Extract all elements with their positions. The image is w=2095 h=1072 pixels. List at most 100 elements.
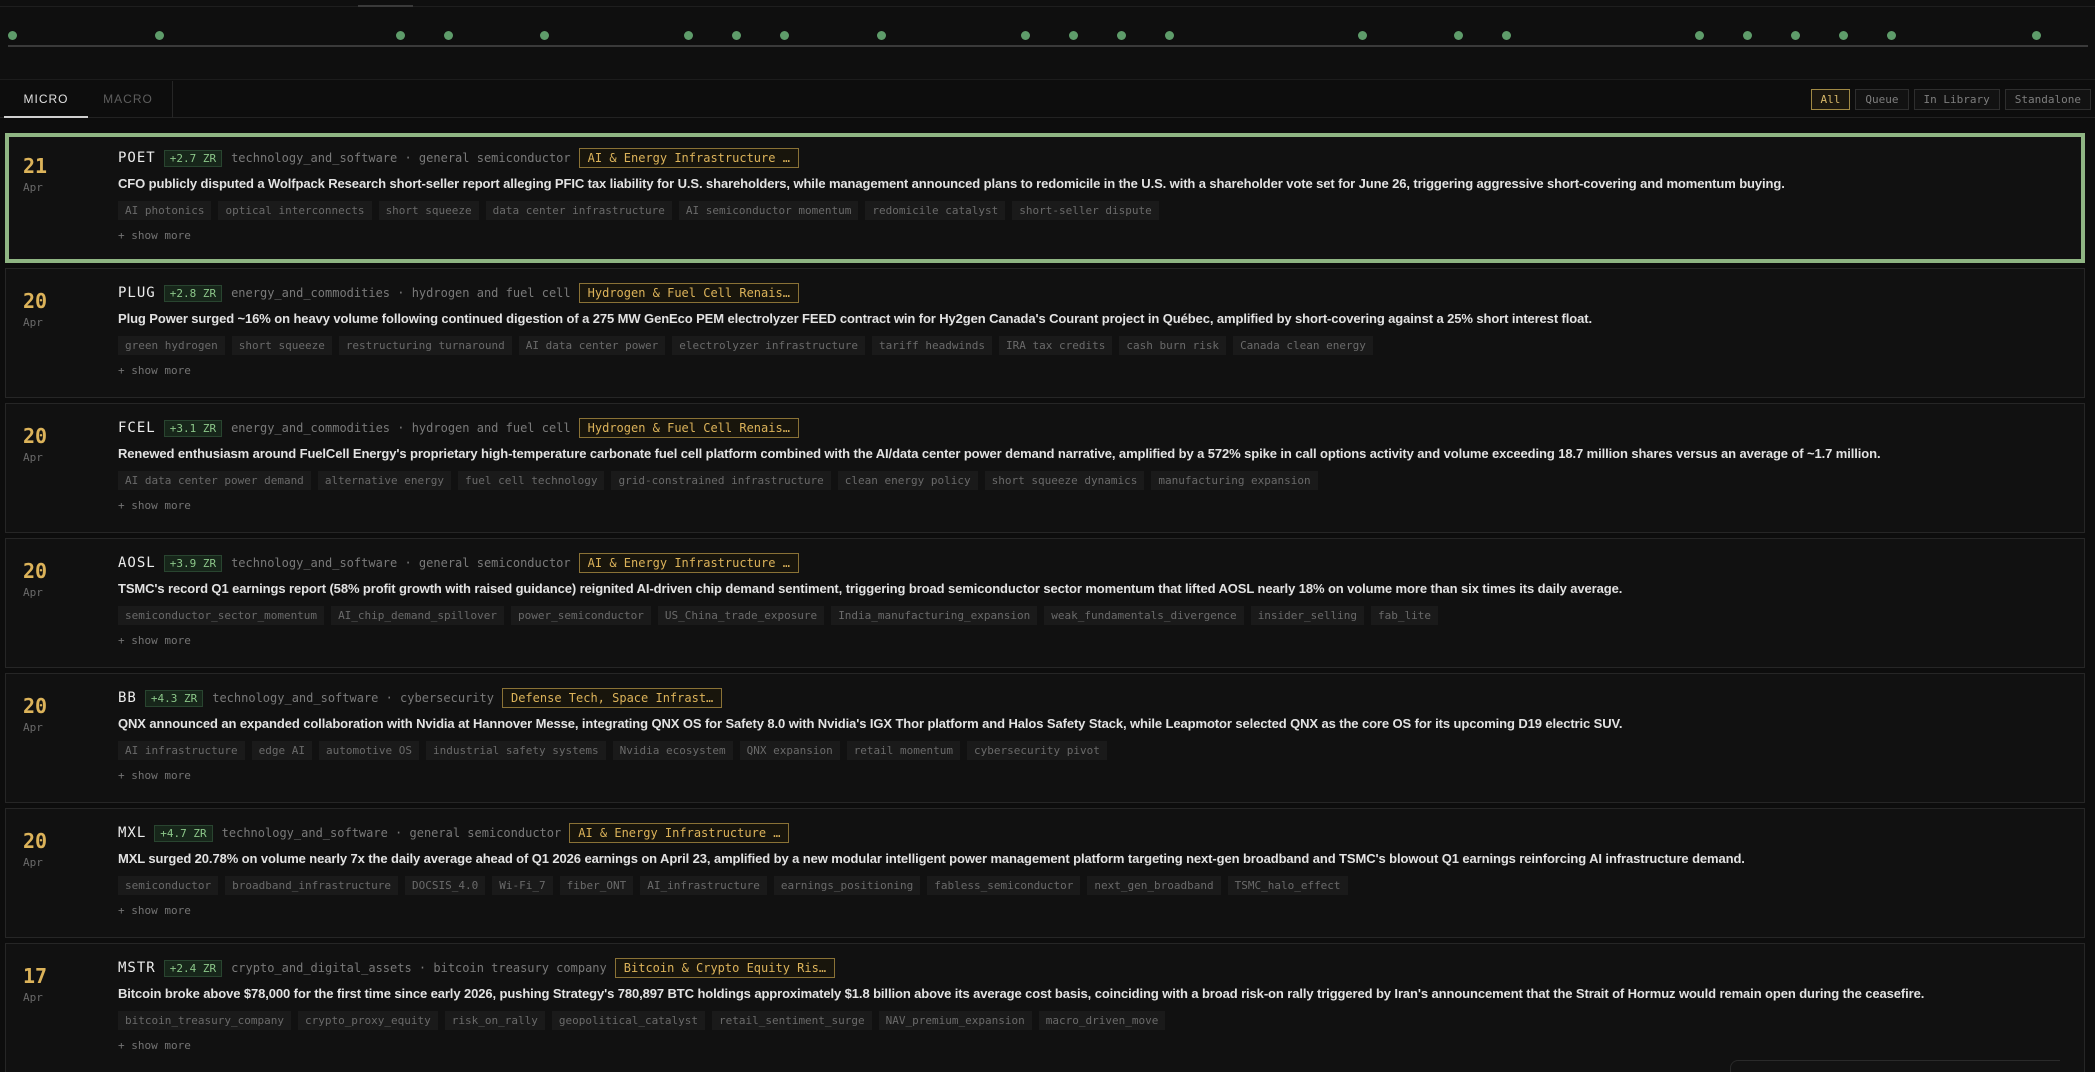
ticker-symbol[interactable]: AOSL: [118, 555, 156, 571]
timeline-event-dot[interactable]: [1839, 31, 1848, 40]
timeline-event-dot[interactable]: [1695, 31, 1704, 40]
bottom-panel-handle[interactable]: [1730, 1060, 2060, 1072]
event-card[interactable]: 20 Apr MXL +4.7 ZR technology_and_softwa…: [5, 808, 2085, 938]
timeline-event-dot[interactable]: [540, 31, 549, 40]
timeline-event-dot[interactable]: [1743, 31, 1752, 40]
ticker-symbol[interactable]: MSTR: [118, 960, 156, 976]
theme-badge[interactable]: Defense Tech, Space Infrast…: [501, 688, 722, 708]
tag-chip[interactable]: AI data center power: [518, 336, 666, 355]
theme-badge[interactable]: Bitcoin & Crypto Equity Ris…: [614, 958, 835, 978]
tag-chip[interactable]: fiber_ONT: [559, 876, 634, 895]
tab-macro[interactable]: MACRO: [96, 81, 160, 118]
timeline-event-dot[interactable]: [155, 31, 164, 40]
tag-chip[interactable]: cybersecurity pivot: [967, 741, 1107, 760]
tag-chip[interactable]: retail_sentiment_surge: [711, 1011, 872, 1030]
tag-chip[interactable]: insider_selling: [1250, 606, 1365, 625]
tag-chip[interactable]: India_manufacturing_expansion: [831, 606, 1038, 625]
tag-chip[interactable]: alternative energy: [317, 471, 452, 490]
tag-chip[interactable]: QNX expansion: [739, 741, 840, 760]
tab-micro[interactable]: MICRO: [4, 81, 88, 118]
tag-chip[interactable]: next_gen_broadband: [1087, 876, 1221, 895]
theme-badge[interactable]: AI & Energy Infrastructure …: [578, 148, 799, 168]
theme-badge[interactable]: Hydrogen & Fuel Cell Renais…: [578, 418, 799, 438]
timeline-event-dot[interactable]: [1454, 31, 1463, 40]
tag-chip[interactable]: short squeeze: [378, 201, 479, 220]
tag-chip[interactable]: green hydrogen: [118, 336, 225, 355]
tag-chip[interactable]: restructuring turnaround: [338, 336, 512, 355]
tag-chip[interactable]: TSMC_halo_effect: [1227, 876, 1348, 895]
timeline-event-dot[interactable]: [684, 31, 693, 40]
tag-chip[interactable]: risk_on_rally: [444, 1011, 545, 1030]
tag-chip[interactable]: data center infrastructure: [485, 201, 672, 220]
tag-chip[interactable]: AI photonics: [118, 201, 212, 220]
timeline-event-dot[interactable]: [444, 31, 453, 40]
timeline-event-dot[interactable]: [8, 31, 17, 40]
tag-chip[interactable]: IRA tax credits: [999, 336, 1113, 355]
show-more-link[interactable]: + show more: [118, 229, 191, 242]
tag-chip[interactable]: AI semiconductor momentum: [678, 201, 859, 220]
timeline-event-dot[interactable]: [1502, 31, 1511, 40]
filter-all-button[interactable]: All: [1810, 89, 1851, 110]
filter-in-library-button[interactable]: In Library: [1913, 89, 2000, 110]
ticker-symbol[interactable]: MXL: [118, 825, 146, 841]
timeline-event-dot[interactable]: [1887, 31, 1896, 40]
show-more-link[interactable]: + show more: [118, 904, 191, 917]
event-card[interactable]: 20 Apr FCEL +3.1 ZR energy_and_commoditi…: [5, 403, 2085, 533]
timeline-event-dot[interactable]: [2032, 31, 2041, 40]
event-card[interactable]: 20 Apr AOSL +3.9 ZR technology_and_softw…: [5, 538, 2085, 668]
tag-chip[interactable]: fabless_semiconductor: [927, 876, 1081, 895]
tag-chip[interactable]: electrolyzer infrastructure: [672, 336, 866, 355]
tag-chip[interactable]: retail momentum: [846, 741, 961, 760]
tag-chip[interactable]: broadband_infrastructure: [225, 876, 399, 895]
tag-chip[interactable]: redomicile catalyst: [865, 201, 1006, 220]
tag-chip[interactable]: weak_fundamentals_divergence: [1044, 606, 1244, 625]
timeline-event-dot[interactable]: [732, 31, 741, 40]
tag-chip[interactable]: edge AI: [251, 741, 312, 760]
tag-chip[interactable]: NAV_premium_expansion: [878, 1011, 1032, 1030]
timeline-event-dot[interactable]: [1358, 31, 1367, 40]
tag-chip[interactable]: macro_driven_move: [1038, 1011, 1166, 1030]
event-card[interactable]: 20 Apr PLUG +2.8 ZR energy_and_commoditi…: [5, 268, 2085, 398]
tag-chip[interactable]: grid-constrained infrastructure: [611, 471, 831, 490]
tag-chip[interactable]: cash burn risk: [1119, 336, 1227, 355]
tag-chip[interactable]: bitcoin_treasury_company: [118, 1011, 291, 1030]
tag-chip[interactable]: tariff headwinds: [872, 336, 992, 355]
tag-chip[interactable]: fuel cell technology: [458, 471, 605, 490]
show-more-link[interactable]: + show more: [118, 364, 191, 377]
event-card[interactable]: 17 Apr MSTR +2.4 ZR crypto_and_digital_a…: [5, 943, 2085, 1072]
tag-chip[interactable]: Canada clean energy: [1233, 336, 1373, 355]
tag-chip[interactable]: AI_infrastructure: [640, 876, 767, 895]
timeline-viewport-marker[interactable]: [358, 5, 413, 7]
tag-chip[interactable]: crypto_proxy_equity: [297, 1011, 438, 1030]
tag-chip[interactable]: Wi-Fi_7: [492, 876, 553, 895]
timeline-event-dot[interactable]: [780, 31, 789, 40]
tag-chip[interactable]: fab_lite: [1371, 606, 1439, 625]
theme-badge[interactable]: AI & Energy Infrastructure …: [569, 823, 790, 843]
tag-chip[interactable]: Nvidia ecosystem: [612, 741, 733, 760]
tag-chip[interactable]: earnings_positioning: [773, 876, 921, 895]
filter-standalone-button[interactable]: Standalone: [2004, 89, 2091, 110]
ticker-symbol[interactable]: POET: [118, 150, 156, 166]
theme-badge[interactable]: Hydrogen & Fuel Cell Renais…: [578, 283, 799, 303]
ticker-symbol[interactable]: BB: [118, 690, 137, 706]
tag-chip[interactable]: automotive OS: [318, 741, 420, 760]
tag-chip[interactable]: US_China_trade_exposure: [657, 606, 825, 625]
ticker-symbol[interactable]: PLUG: [118, 285, 156, 301]
tag-chip[interactable]: clean energy policy: [837, 471, 978, 490]
show-more-link[interactable]: + show more: [118, 634, 191, 647]
show-more-link[interactable]: + show more: [118, 769, 191, 782]
tag-chip[interactable]: semiconductor: [118, 876, 219, 895]
show-more-link[interactable]: + show more: [118, 499, 191, 512]
timeline-event-dot[interactable]: [1021, 31, 1030, 40]
show-more-link[interactable]: + show more: [118, 1039, 191, 1052]
tag-chip[interactable]: DOCSIS_4.0: [405, 876, 486, 895]
ticker-symbol[interactable]: FCEL: [118, 420, 156, 436]
tag-chip[interactable]: AI data center power demand: [118, 471, 311, 490]
tag-chip[interactable]: AI infrastructure: [118, 741, 245, 760]
filter-queue-button[interactable]: Queue: [1855, 89, 1909, 110]
tag-chip[interactable]: semiconductor_sector_momentum: [118, 606, 325, 625]
theme-badge[interactable]: AI & Energy Infrastructure …: [578, 553, 799, 573]
timeline-event-dot[interactable]: [877, 31, 886, 40]
event-card[interactable]: 20 Apr BB +4.3 ZR technology_and_softwar…: [5, 673, 2085, 803]
tag-chip[interactable]: power_semiconductor: [511, 606, 651, 625]
